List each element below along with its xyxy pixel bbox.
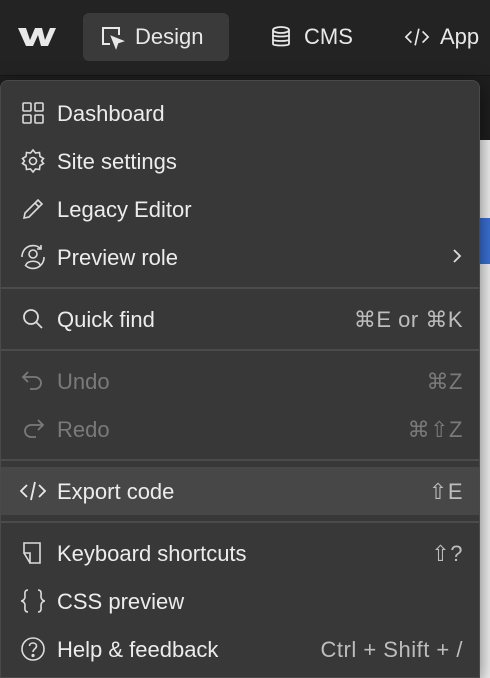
help-icon	[19, 636, 47, 662]
tab-design-label: Design	[135, 24, 204, 49]
menu-item-shortcut: ⌘⇧Z	[407, 417, 463, 442]
menu-item-quick-find[interactable]: Quick find ⌘E or ⌘K	[1, 295, 479, 343]
menu-item-label: Quick find	[57, 307, 155, 332]
tab-app-label: App	[440, 24, 480, 49]
gear-icon	[19, 148, 47, 174]
tab-app[interactable]: App	[388, 13, 490, 61]
menu-divider	[1, 287, 479, 289]
menu-item-label: Preview role	[57, 245, 179, 270]
menu-item-shortcut: ⇧E	[428, 479, 463, 504]
menu-item-shortcut: ⌘Z	[426, 369, 463, 394]
menu-divider	[1, 521, 479, 523]
menu-item-help-feedback[interactable]: Help & feedback Ctrl + Shift + /	[1, 625, 479, 673]
menu-item-legacy-editor[interactable]: Legacy Editor	[1, 185, 479, 233]
top-bar: Design CMS App	[0, 0, 490, 76]
app-menu: Dashboard Site settings Legacy Editor Pr…	[0, 80, 480, 678]
tab-cms[interactable]: CMS	[252, 13, 367, 61]
webflow-logo-icon[interactable]	[16, 24, 58, 50]
menu-item-redo[interactable]: Redo ⌘⇧Z	[1, 405, 479, 453]
menu-item-shortcut: Ctrl + Shift + /	[320, 637, 463, 662]
menu-item-export-code[interactable]: Export code ⇧E	[1, 467, 479, 515]
menu-divider	[1, 459, 479, 461]
pencil-icon	[19, 196, 47, 222]
menu-item-shortcut: ⌘E or ⌘K	[353, 307, 463, 332]
undo-icon	[19, 368, 47, 394]
keyboard-shortcut-icon	[19, 540, 47, 566]
menu-item-css-preview[interactable]: CSS preview	[1, 577, 479, 625]
menu-item-undo[interactable]: Undo ⌘Z	[1, 357, 479, 405]
grid-icon	[19, 100, 47, 126]
menu-item-label: Site settings	[57, 149, 177, 174]
menu-item-label: Help & feedback	[57, 637, 219, 662]
search-icon	[19, 306, 47, 332]
menu-item-label: Keyboard shortcuts	[57, 541, 247, 566]
tab-cms-label: CMS	[304, 24, 353, 49]
menu-item-label: Dashboard	[57, 101, 165, 126]
menu-item-keyboard-shortcuts[interactable]: Keyboard shortcuts ⇧?	[1, 529, 479, 577]
menu-item-dashboard[interactable]: Dashboard	[1, 89, 479, 137]
code-icon	[19, 478, 47, 504]
database-icon	[268, 24, 294, 50]
menu-divider	[1, 349, 479, 351]
menu-item-shortcut: ⇧?	[431, 541, 463, 566]
tab-design[interactable]: Design	[83, 13, 229, 61]
menu-item-label: Redo	[57, 417, 110, 442]
preview-role-icon	[19, 244, 47, 270]
chevron-right-icon	[451, 245, 463, 267]
design-cursor-icon	[99, 24, 125, 50]
menu-item-label: Legacy Editor	[57, 197, 192, 222]
redo-icon	[19, 416, 47, 442]
menu-item-label: Undo	[57, 369, 110, 394]
braces-icon	[19, 588, 47, 614]
menu-item-label: Export code	[57, 479, 175, 504]
code-icon	[404, 24, 430, 50]
menu-item-site-settings[interactable]: Site settings	[1, 137, 479, 185]
menu-item-label: CSS preview	[57, 589, 185, 614]
menu-item-preview-role[interactable]: Preview role	[1, 233, 479, 281]
